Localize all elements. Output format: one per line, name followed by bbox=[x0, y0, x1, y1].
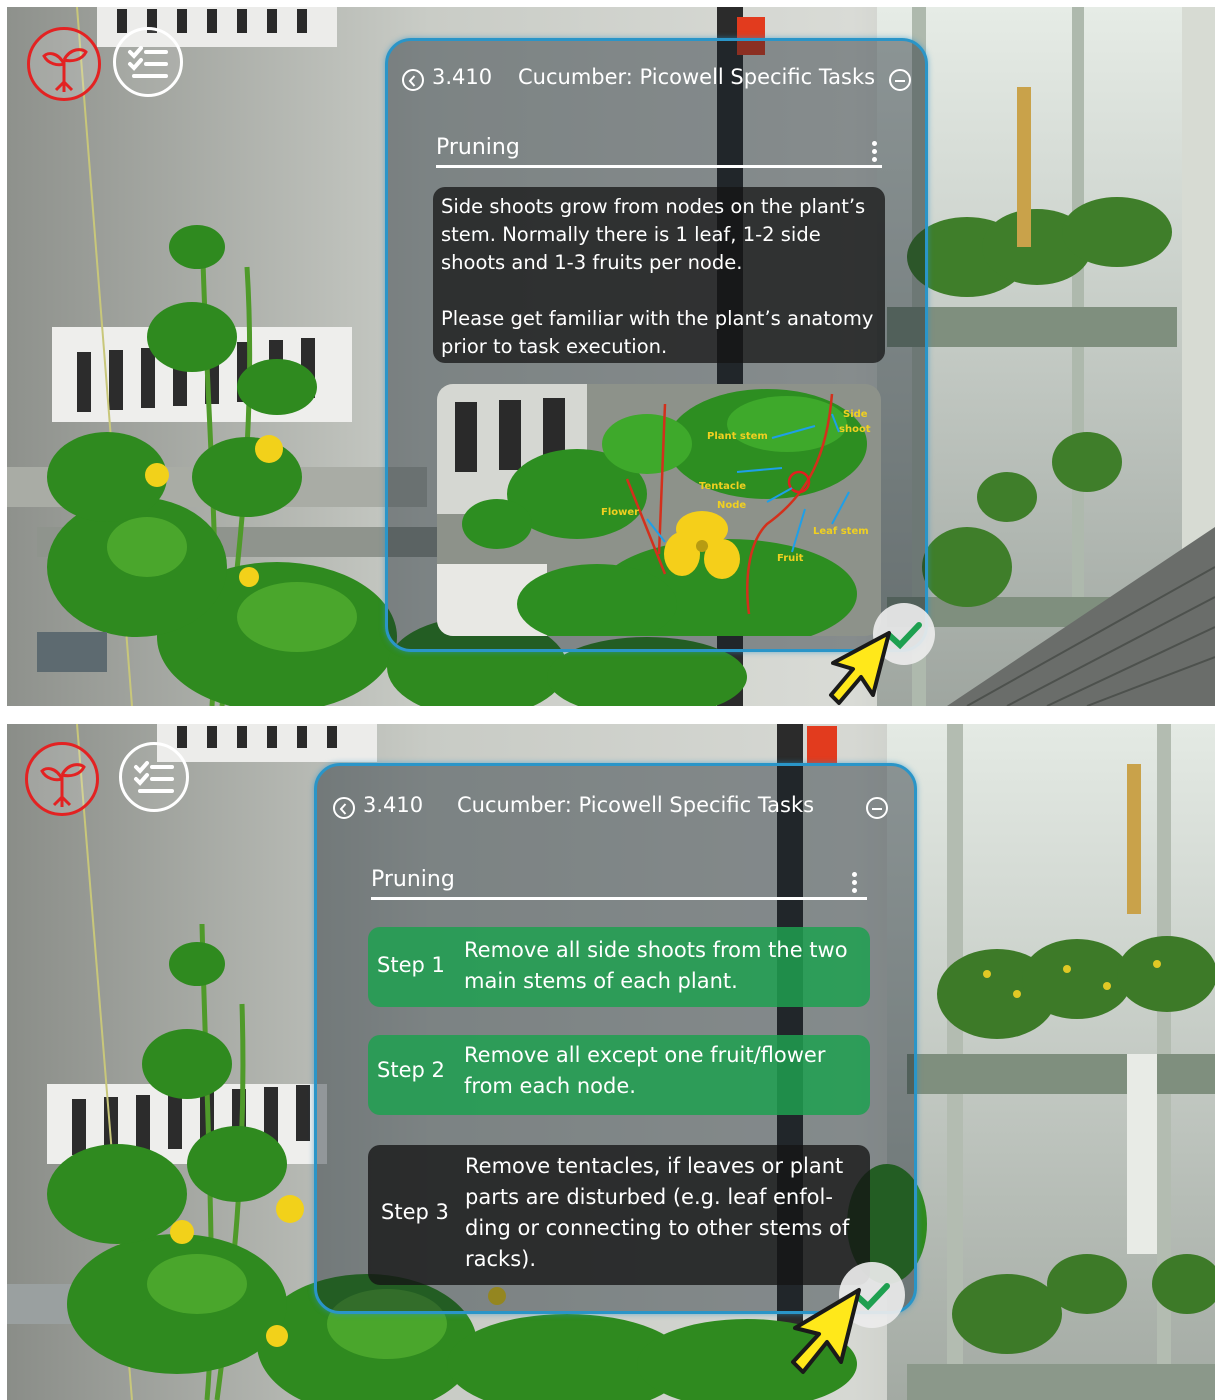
app-logo-seedling-icon[interactable] bbox=[25, 742, 99, 816]
info-text-box: Side shoots grow from nodes on the plant… bbox=[433, 187, 885, 363]
step-label: Step 2 bbox=[377, 1058, 445, 1082]
label-tentacle: Tentacle bbox=[699, 481, 746, 492]
task-list-icon[interactable] bbox=[119, 742, 189, 812]
task-panel: 3.410 Cucumber: Picowell Specific Tasks … bbox=[314, 763, 917, 1314]
section-title: Pruning bbox=[436, 135, 520, 160]
step-label: Step 1 bbox=[377, 953, 445, 977]
label-plant-stem: Plant stem bbox=[707, 431, 768, 442]
back-icon[interactable] bbox=[402, 69, 424, 91]
pointer-cursor-icon bbox=[791, 1288, 861, 1374]
label-fruit: Fruit bbox=[777, 553, 804, 564]
step-card-2[interactable]: Step 2 Remove all except one fruit/flowe… bbox=[368, 1035, 870, 1115]
step-card-3[interactable]: Step 3 Remove tentacles, if leaves or pl… bbox=[368, 1145, 870, 1285]
label-node: Node bbox=[717, 500, 746, 511]
task-number: 3.410 bbox=[432, 65, 493, 89]
step-text: Remove tentacles, if leaves or plant par… bbox=[465, 1154, 850, 1271]
pointer-cursor-icon bbox=[829, 631, 891, 705]
step-label: Step 3 bbox=[381, 1200, 449, 1224]
plant-anatomy-image: Plant stem Side shoot Tentacle Node Flow… bbox=[437, 384, 881, 636]
label-flower: Flower bbox=[601, 507, 639, 518]
section-divider bbox=[371, 897, 867, 900]
task-panel: 3.410 Cucumber: Picowell Specific Tasks … bbox=[385, 38, 928, 652]
ar-screen-anatomy: 3.410 Cucumber: Picowell Specific Tasks … bbox=[7, 7, 1215, 706]
info-paragraph-1: Side shoots grow from nodes on the plant… bbox=[441, 195, 866, 274]
section-title: Pruning bbox=[371, 867, 455, 892]
step-text: Remove all side shoots from the two main… bbox=[464, 938, 848, 993]
kebab-menu-icon[interactable] bbox=[852, 872, 858, 896]
collapse-icon[interactable] bbox=[866, 797, 888, 819]
section-divider bbox=[436, 165, 882, 168]
app-logo-seedling-icon[interactable] bbox=[27, 27, 101, 101]
kebab-menu-icon[interactable] bbox=[872, 141, 878, 165]
task-title: Cucumber: Picowell Specific Tasks bbox=[457, 793, 815, 817]
task-list-icon[interactable] bbox=[113, 27, 183, 97]
task-title: Cucumber: Picowell Specific Tasks bbox=[518, 65, 876, 89]
info-paragraph-2: Please get familiar with the plant’s ana… bbox=[441, 307, 874, 358]
ar-screen-steps: 3.410 Cucumber: Picowell Specific Tasks … bbox=[7, 724, 1215, 1400]
label-leaf-stem: Leaf stem bbox=[813, 526, 869, 537]
anatomy-photo: Plant stem Side shoot Tentacle Node Flow… bbox=[437, 384, 881, 636]
back-icon[interactable] bbox=[333, 797, 355, 819]
step-card-1[interactable]: Step 1 Remove all side shoots from the t… bbox=[368, 927, 870, 1007]
panel-header: 3.410 Cucumber: Picowell Specific Tasks bbox=[402, 65, 912, 95]
step-text: Remove all except one fruit/flower from … bbox=[464, 1043, 826, 1098]
label-side-shoot-line1: Side bbox=[843, 409, 868, 420]
collapse-icon[interactable] bbox=[889, 69, 911, 91]
task-number: 3.410 bbox=[363, 793, 424, 817]
label-side-shoot-line2: shoot bbox=[839, 424, 871, 435]
panel-header: 3.410 Cucumber: Picowell Specific Tasks bbox=[333, 793, 903, 823]
